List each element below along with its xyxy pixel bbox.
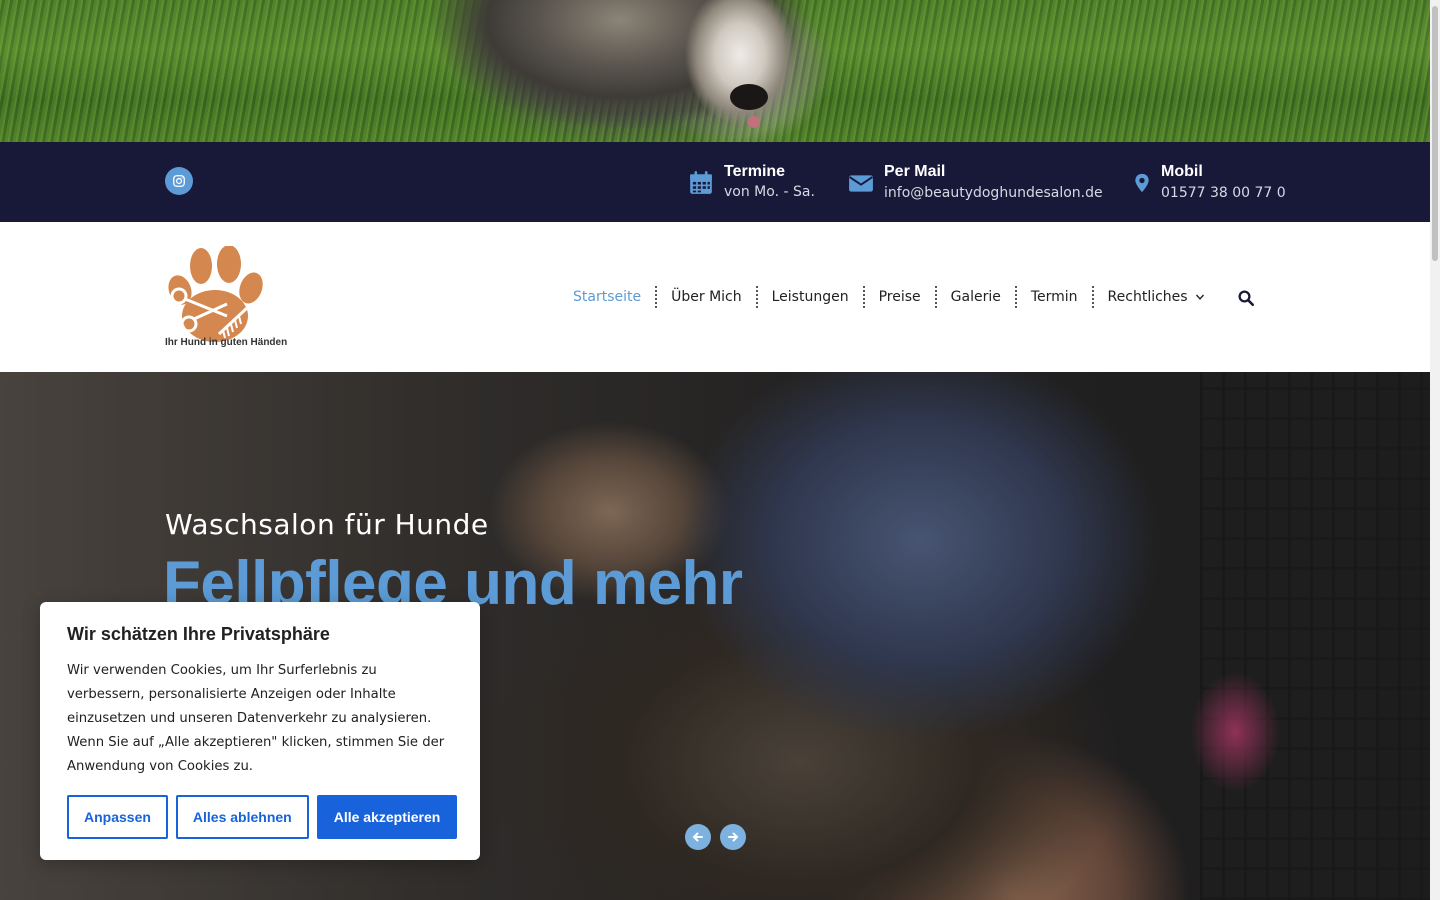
cookie-text: Wir verwenden Cookies, um Ihr Surferlebn… bbox=[67, 663, 445, 774]
nav-item-ueber-mich[interactable]: Über Mich bbox=[655, 286, 756, 308]
main-nav: Startseite Über Mich Leistungen Preise G… bbox=[566, 286, 1219, 308]
envelope-icon bbox=[849, 175, 873, 192]
cookie-customize-button[interactable]: Anpassen bbox=[67, 795, 168, 839]
nav-item-rechtliches[interactable]: Rechtliches bbox=[1091, 286, 1219, 308]
nav-item-leistungen[interactable]: Leistungen bbox=[755, 286, 863, 308]
calendar-icon bbox=[690, 171, 712, 194]
nav-item-termin[interactable]: Termin bbox=[1014, 286, 1092, 308]
arrow-left-icon bbox=[692, 832, 703, 842]
info-termine: Termine von Mo. - Sa. bbox=[688, 162, 815, 202]
cookie-title: Wir schätzen Ihre Privatsphäre bbox=[67, 624, 330, 644]
info-mobil: Mobil 01577 38 00 77 0 bbox=[1132, 162, 1286, 203]
page-scrollbar[interactable] bbox=[1430, 0, 1440, 900]
chevron-down-icon bbox=[1195, 294, 1204, 300]
phone-link[interactable]: 01577 38 00 77 0 bbox=[1161, 185, 1286, 201]
nav-item-rechtliches-label: Rechtliches bbox=[1107, 289, 1188, 305]
cookie-reject-button[interactable]: Alles ablehnen bbox=[175, 795, 309, 839]
instagram-icon bbox=[173, 175, 185, 187]
slider-next-button[interactable] bbox=[720, 824, 746, 850]
cookie-accept-button[interactable]: Alle akzeptieren bbox=[316, 795, 458, 839]
slider-prev-button[interactable] bbox=[685, 824, 711, 850]
cookie-buttons: Anpassen Alles ablehnen Alle akzeptieren bbox=[67, 795, 458, 839]
scrollbar-thumb[interactable] bbox=[1432, 6, 1438, 261]
top-banner-image bbox=[0, 0, 1430, 142]
info-mobil-title: Mobil bbox=[1161, 163, 1203, 180]
info-mail-title: Per Mail bbox=[884, 163, 946, 180]
info-mail: Per Mail info@beautydoghundesalon.de bbox=[848, 162, 1103, 203]
search-icon bbox=[1238, 290, 1255, 307]
logo-tagline: Ihr Hund in guten Händen bbox=[165, 337, 288, 348]
hero-subtitle: Waschsalon für Hunde bbox=[165, 508, 489, 541]
info-termine-text: von Mo. - Sa. bbox=[724, 184, 815, 200]
email-link[interactable]: info@beautydoghundesalon.de bbox=[884, 185, 1103, 201]
nav-item-galerie[interactable]: Galerie bbox=[934, 286, 1015, 308]
arrow-right-icon bbox=[728, 832, 739, 842]
location-pin-icon bbox=[1135, 173, 1149, 193]
nav-item-startseite[interactable]: Startseite bbox=[566, 286, 655, 308]
info-termine-title: Termine bbox=[724, 163, 786, 180]
info-bar: Termine von Mo. - Sa. Per Mail info@beau… bbox=[0, 142, 1430, 222]
cookie-consent-banner: Wir schätzen Ihre Privatsphäre Wir verwe… bbox=[40, 602, 480, 860]
site-header: Ihr Hund in guten Händen Startseite Über… bbox=[0, 222, 1430, 372]
nav-item-preise[interactable]: Preise bbox=[862, 286, 935, 308]
instagram-button[interactable] bbox=[165, 167, 193, 195]
